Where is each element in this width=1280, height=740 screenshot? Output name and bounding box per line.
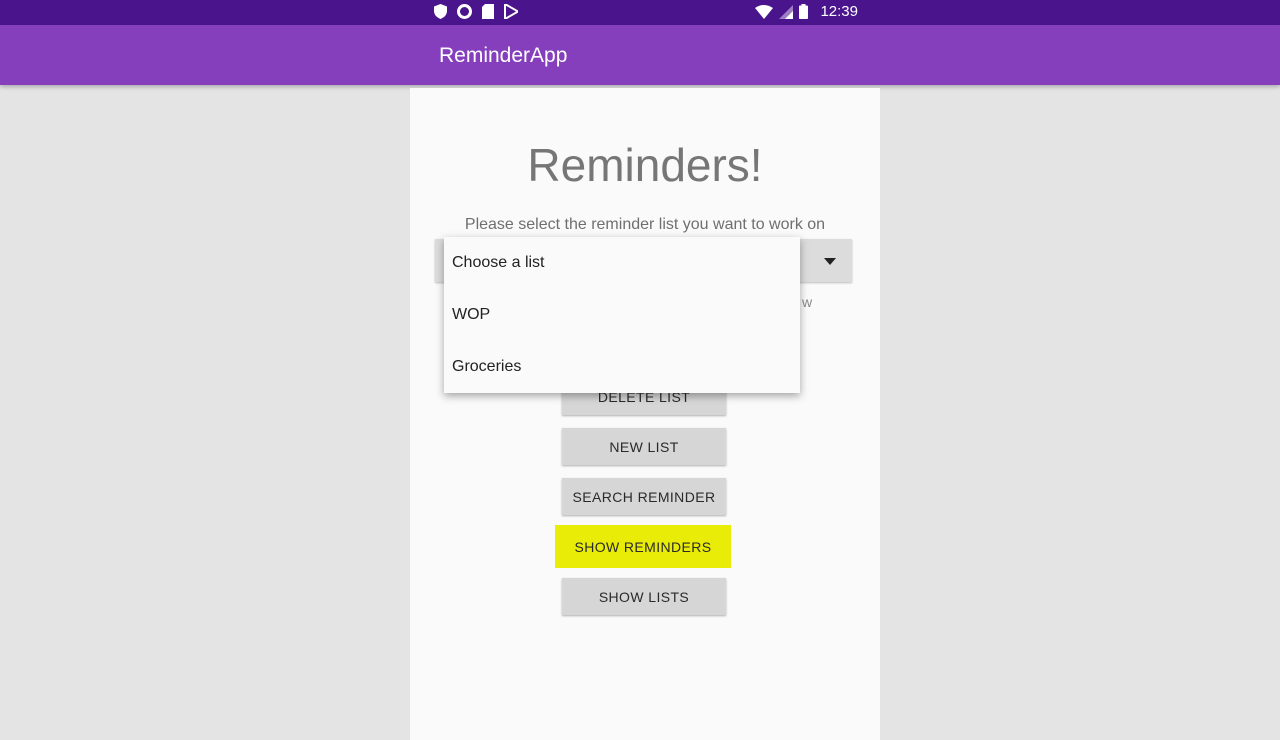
wifi-icon <box>755 4 774 19</box>
signal-icon <box>779 4 794 19</box>
battery-icon <box>799 4 809 19</box>
dropdown-item-wop[interactable]: WOP <box>444 289 800 341</box>
status-right-icons: 12:39 <box>755 3 858 20</box>
page-heading: Reminders! <box>527 139 763 191</box>
search-reminder-button[interactable]: SEARCH REMINDER <box>562 478 726 515</box>
list-dropdown-menu: Choose a list WOP Groceries <box>444 237 800 393</box>
shield-icon <box>434 4 447 19</box>
app-title: ReminderApp <box>439 44 568 67</box>
main-content: Reminders! Please select the reminder li… <box>410 88 880 740</box>
show-lists-button[interactable]: SHOW LISTS <box>562 578 726 615</box>
new-list-button[interactable]: NEW LIST <box>562 428 726 465</box>
dropdown-arrow-icon[interactable] <box>824 258 836 265</box>
sd-card-icon <box>482 4 494 19</box>
app-bar: ReminderApp <box>410 25 880 85</box>
status-bar: 12:39 <box>410 0 880 25</box>
show-reminders-button[interactable]: SHOW REMINDERS <box>558 528 728 565</box>
play-store-icon <box>504 4 518 19</box>
obscured-text: w <box>802 294 813 310</box>
dropdown-item-groceries[interactable]: Groceries <box>444 341 800 393</box>
status-time: 12:39 <box>820 3 858 20</box>
status-left-icons <box>434 4 518 19</box>
circle-icon <box>457 4 472 19</box>
instruction-text: Please select the reminder list you want… <box>464 216 826 233</box>
dropdown-item-choose[interactable]: Choose a list <box>444 237 800 289</box>
